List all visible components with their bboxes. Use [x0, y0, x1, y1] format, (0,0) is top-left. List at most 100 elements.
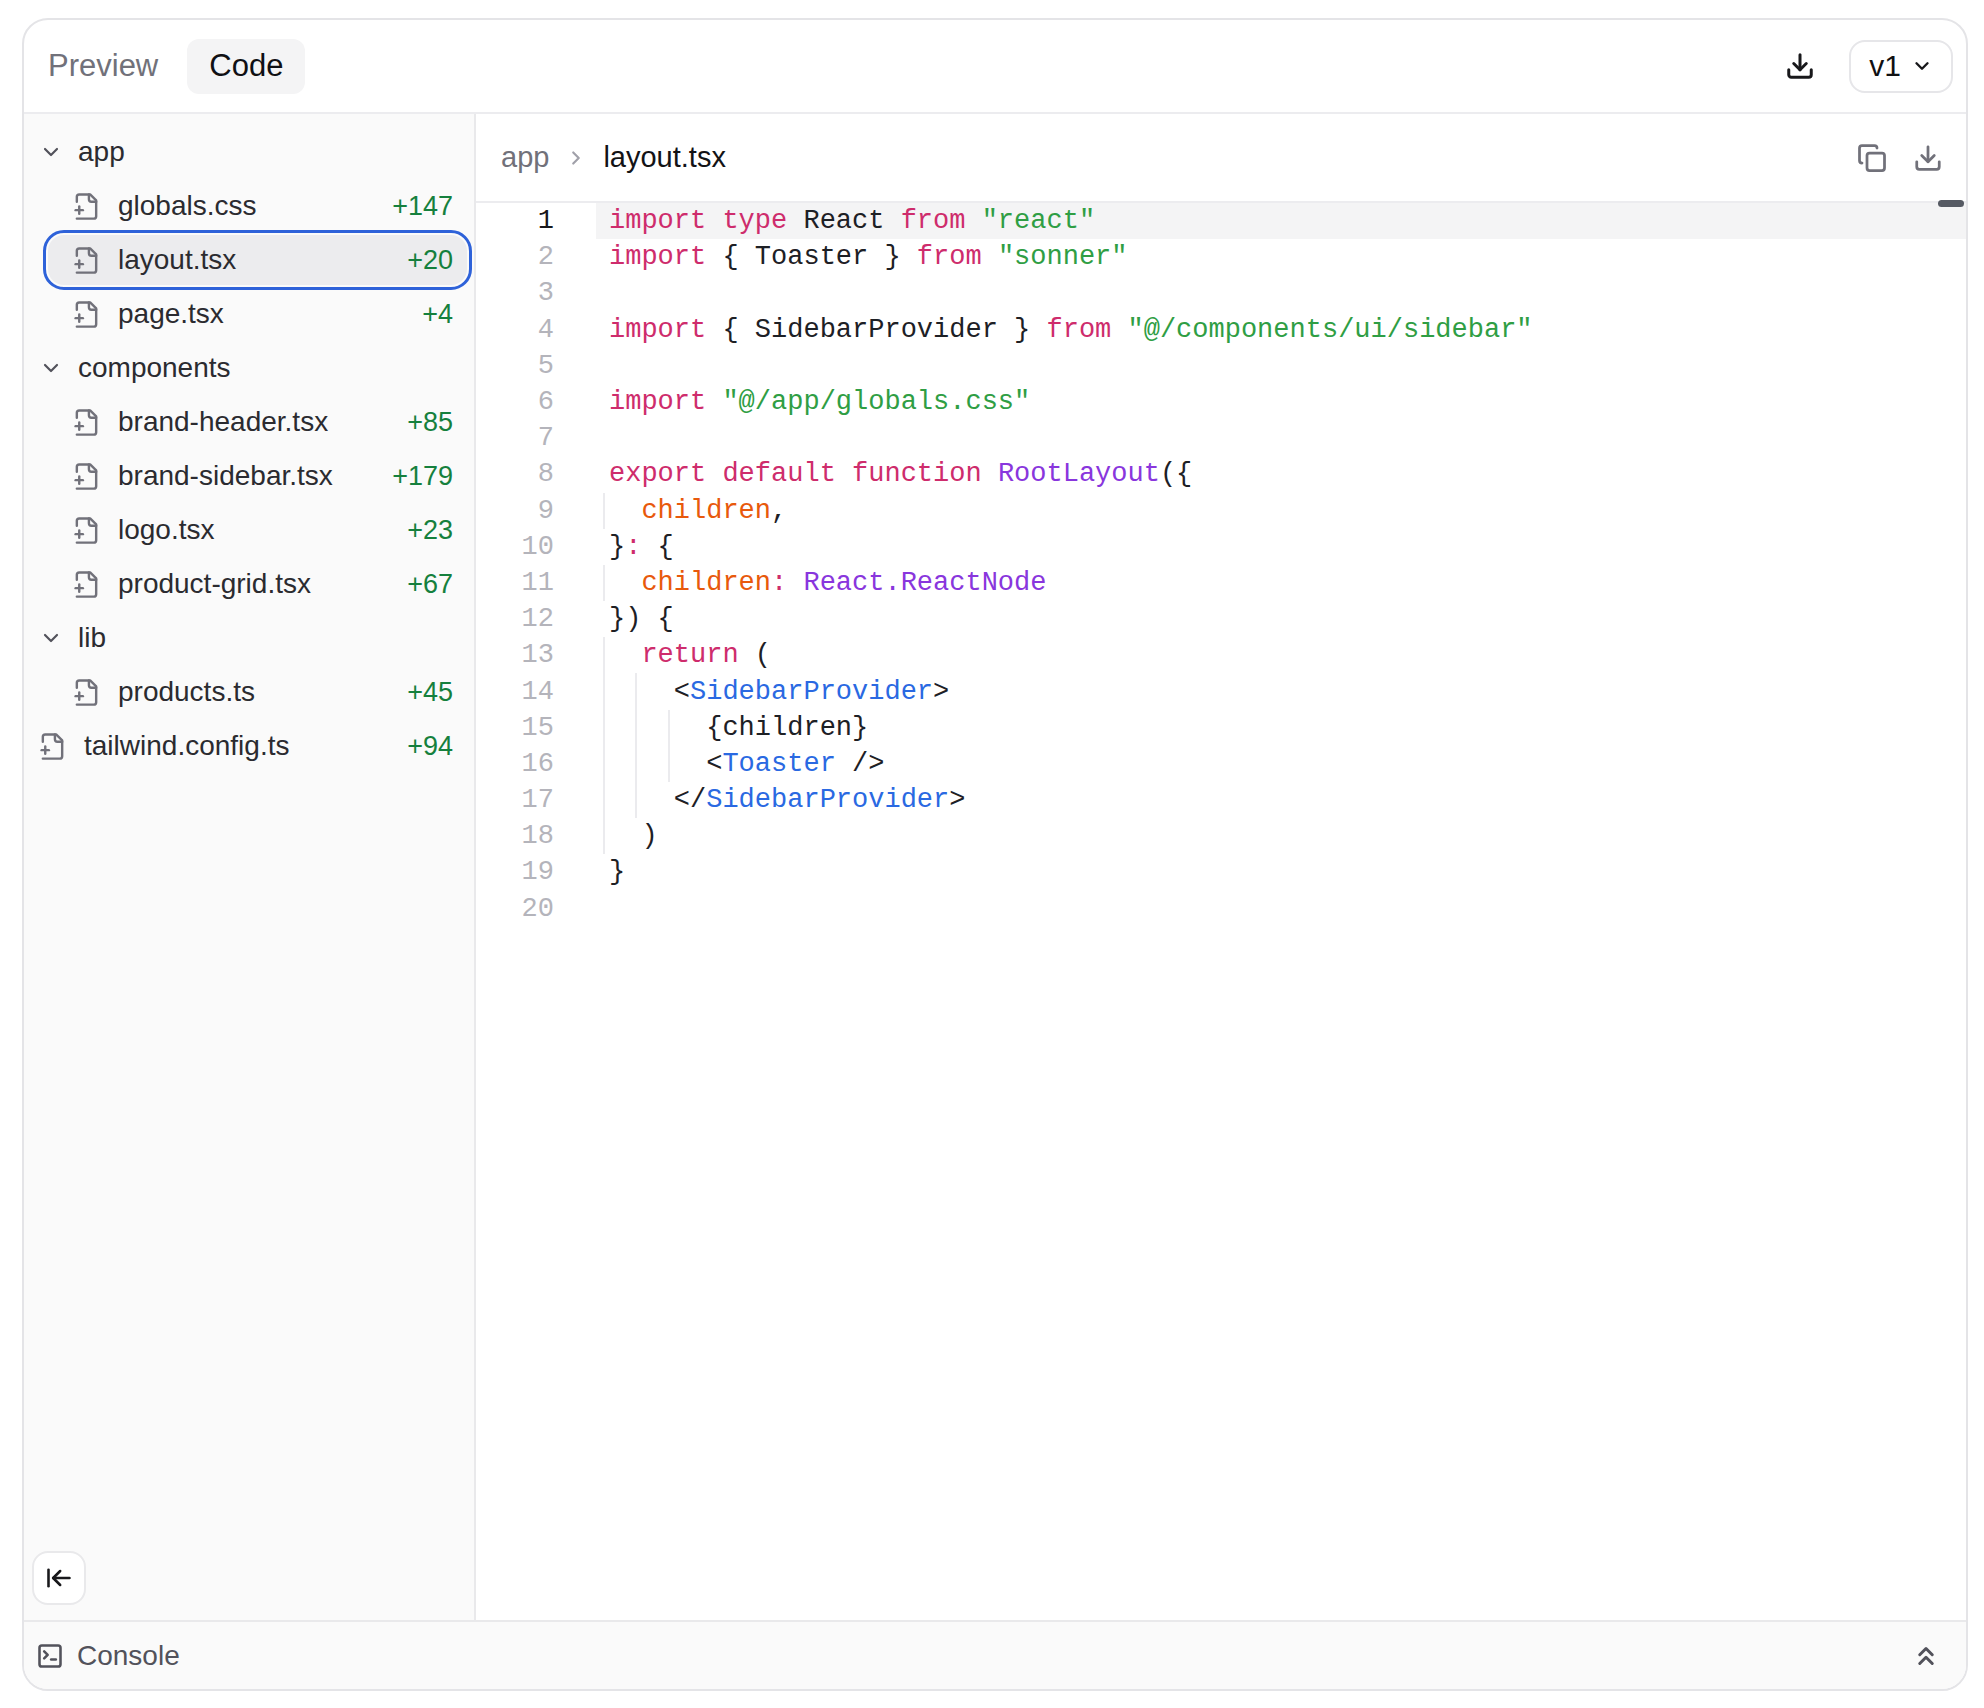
code-line-text: )	[554, 821, 658, 851]
breadcrumb-folder[interactable]: app	[501, 141, 549, 174]
line-number: 13	[476, 640, 554, 670]
code-area[interactable]: 1import type React from "react"2import {…	[476, 203, 1966, 1620]
tree-file-product-grid.tsx[interactable]: product-grid.tsx+67	[24, 557, 474, 611]
file-label: products.ts	[118, 676, 255, 708]
added-lines-count: +147	[392, 191, 453, 222]
code-line-text: children: React.ReactNode	[554, 568, 1046, 598]
line-number: 14	[476, 677, 554, 707]
editor-header: app layout.tsx	[476, 114, 1966, 203]
line-number: 18	[476, 821, 554, 851]
scrollbar-thumb[interactable]	[1938, 200, 1964, 207]
tree-file-page.tsx[interactable]: page.tsx+4	[24, 287, 474, 341]
code-line-text: }	[554, 857, 625, 887]
tree-file-logo.tsx[interactable]: logo.tsx+23	[24, 503, 474, 557]
line-number: 7	[476, 423, 554, 453]
file-plus-icon	[72, 408, 101, 437]
tree-file-tailwind.config.ts[interactable]: tailwind.config.ts +94	[24, 719, 474, 773]
tab-code[interactable]: Code	[187, 39, 305, 94]
chevrons-up-icon[interactable]	[1911, 1641, 1941, 1671]
tree-folder-app[interactable]: app	[24, 125, 474, 179]
terminal-icon	[36, 1642, 64, 1670]
version-label: v1	[1869, 49, 1901, 83]
line-number: 3	[476, 278, 554, 308]
code-line-15: 15 {children}	[476, 710, 1966, 746]
download-button[interactable]	[1785, 51, 1815, 81]
version-dropdown[interactable]: v1	[1849, 40, 1953, 93]
copy-code-button[interactable]	[1857, 143, 1887, 173]
tree-file-brand-header.tsx[interactable]: brand-header.tsx+85	[24, 395, 474, 449]
file-label: logo.tsx	[118, 514, 215, 546]
file-label: globals.css	[118, 190, 257, 222]
file-plus-icon	[72, 678, 101, 707]
file-label: layout.tsx	[118, 244, 236, 276]
code-line-text: }: {	[554, 532, 674, 562]
code-line-text: children,	[554, 496, 787, 526]
line-number: 10	[476, 532, 554, 562]
line-number: 6	[476, 387, 554, 417]
code-line-10: 10}: {	[476, 529, 1966, 565]
tab-preview[interactable]: Preview	[48, 48, 158, 84]
toolbar-actions: v1	[1785, 40, 1953, 93]
code-line-9: 9 children,	[476, 493, 1966, 529]
added-lines-count: +179	[392, 461, 453, 492]
code-line-text: return (	[554, 640, 771, 670]
file-plus-icon	[72, 516, 101, 545]
code-line-20: 20	[476, 891, 1966, 927]
line-number: 16	[476, 749, 554, 779]
editor-actions	[1857, 143, 1943, 173]
download-file-button[interactable]	[1913, 143, 1943, 173]
code-line-8: 8export default function RootLayout({	[476, 456, 1966, 492]
file-tree: appglobals.css+147layout.tsx+20page.tsx+…	[24, 125, 474, 773]
view-tabs: Preview Code	[48, 39, 305, 94]
added-lines-count: +20	[407, 245, 453, 276]
code-line-11: 11 children: React.ReactNode	[476, 565, 1966, 601]
tree-file-brand-sidebar.tsx[interactable]: brand-sidebar.tsx +179	[24, 449, 474, 503]
file-plus-icon	[72, 462, 101, 491]
file-plus-icon	[72, 570, 101, 599]
chevron-down-icon	[39, 140, 63, 164]
file-plus-icon	[72, 300, 101, 329]
code-line-18: 18 )	[476, 818, 1966, 854]
row-background	[48, 289, 467, 339]
code-line-13: 13 return (	[476, 637, 1966, 673]
code-line-text: {children}	[554, 713, 868, 743]
added-lines-count: +94	[407, 731, 453, 762]
file-tree-panel: appglobals.css+147layout.tsx+20page.tsx+…	[24, 114, 476, 1620]
line-number: 5	[476, 351, 554, 381]
tree-file-layout.tsx[interactable]: layout.tsx +20	[24, 233, 474, 287]
file-label: lib	[78, 622, 106, 654]
file-label: tailwind.config.ts	[84, 730, 289, 762]
code-line-2: 2import { Toaster } from "sonner"	[476, 239, 1966, 275]
tree-folder-lib[interactable]: lib	[24, 611, 474, 665]
tree-file-products.ts[interactable]: products.ts +45	[24, 665, 474, 719]
collapse-sidebar-button[interactable]	[32, 1551, 86, 1605]
code-line-text: import type React from "react"	[554, 206, 1095, 236]
file-label: brand-sidebar.tsx	[118, 460, 333, 492]
added-lines-count: +45	[407, 677, 453, 708]
code-line-5: 5	[476, 348, 1966, 384]
file-label: product-grid.tsx	[118, 568, 311, 600]
file-label: brand-header.tsx	[118, 406, 328, 438]
code-line-1: 1import type React from "react"	[476, 203, 1966, 239]
code-line-14: 14 <SidebarProvider>	[476, 673, 1966, 709]
code-line-6: 6import "@/app/globals.css"	[476, 384, 1966, 420]
tree-folder-components[interactable]: components	[24, 341, 474, 395]
line-number: 4	[476, 315, 554, 345]
code-editor-panel: app layout.tsx 1import type React from "…	[476, 114, 1966, 1620]
code-line-12: 12}) {	[476, 601, 1966, 637]
tree-file-globals.css[interactable]: globals.css +147	[24, 179, 474, 233]
code-line-3: 3	[476, 275, 1966, 311]
console-bar[interactable]: Console	[24, 1620, 1966, 1689]
line-number: 17	[476, 785, 554, 815]
code-line-text: export default function RootLayout({	[554, 459, 1192, 489]
code-line-4: 4import { SidebarProvider } from "@/comp…	[476, 312, 1966, 348]
line-number: 19	[476, 857, 554, 887]
file-label: app	[78, 136, 125, 168]
file-plus-icon	[72, 246, 101, 275]
code-line-text: }) {	[554, 604, 674, 634]
file-label: page.tsx	[118, 298, 224, 330]
top-toolbar: Preview Code v1	[24, 20, 1966, 114]
row-background	[48, 613, 467, 663]
code-line-text: <SidebarProvider>	[554, 677, 949, 707]
line-number: 15	[476, 713, 554, 743]
